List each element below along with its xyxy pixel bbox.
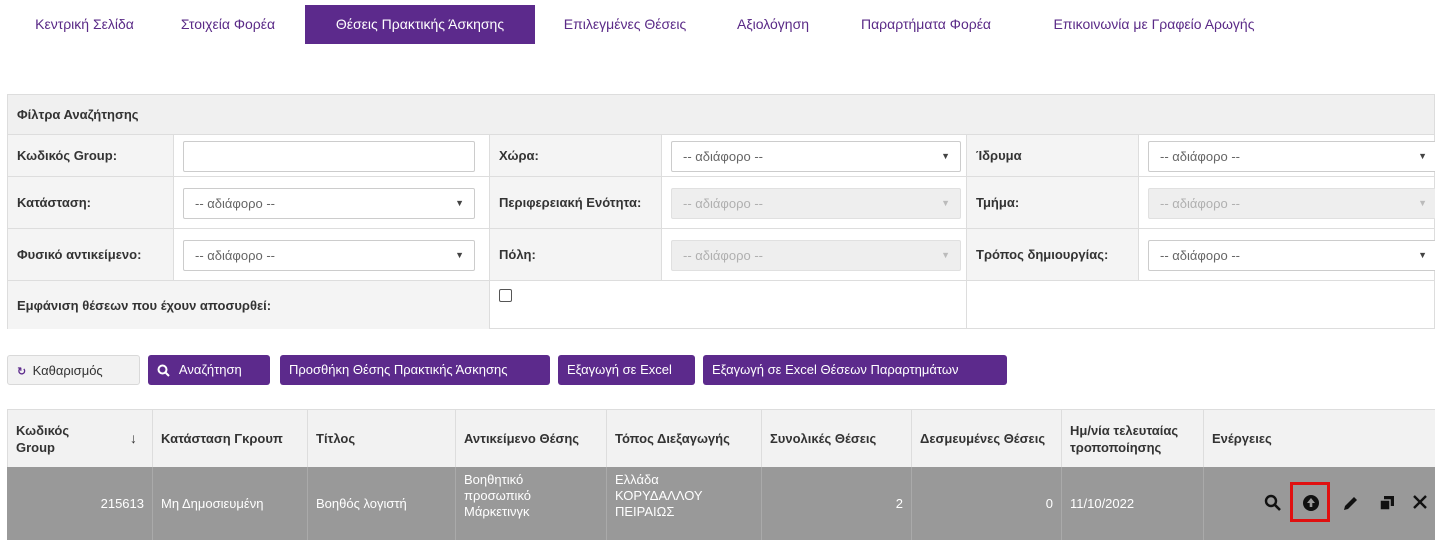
filters-title: Φίλτρα Αναζήτησης	[8, 95, 1434, 135]
institution-label: Ίδρυμα	[967, 135, 1139, 176]
search-filters-panel: Φίλτρα Αναζήτησης Κωδικός Group: Χώρα: -…	[7, 94, 1435, 329]
cell-status: Μη Δημοσιευμένη	[153, 467, 308, 540]
creation-method-select[interactable]: -- αδιάφορο -- ▼	[1148, 240, 1435, 271]
status-select[interactable]: -- αδιάφορο -- ▼	[183, 188, 475, 219]
column-header-actions: Ενέργειες	[1204, 409, 1435, 467]
search-button-label: Αναζήτηση	[178, 362, 242, 377]
show-withdrawn-checkbox[interactable]	[499, 289, 512, 302]
object-line: Μάρκετινγκ	[464, 504, 530, 519]
cell-reserved-positions: 0	[912, 467, 1062, 540]
top-navigation: Κεντρική Σελίδα Στοιχεία Φορέα Θέσεις Πρ…	[0, 0, 1435, 50]
creation-method-label: Τρόπος δημιουργίας:	[967, 229, 1139, 280]
delete-icon[interactable]	[1412, 494, 1428, 514]
country-select-value: -- αδιάφορο --	[683, 149, 763, 164]
column-header-group-code[interactable]: Κωδικός Group ↓	[7, 409, 153, 467]
chevron-down-icon: ▼	[455, 198, 464, 208]
cell-total-positions: 2	[762, 467, 912, 540]
search-icon	[157, 355, 170, 385]
city-label: Πόλη:	[490, 229, 662, 280]
export-excel-annexes-button[interactable]: Εξαγωγή σε Excel Θέσεων Παραρτημάτων	[703, 355, 1007, 385]
highlight-box	[1290, 482, 1330, 522]
institution-select[interactable]: -- αδιάφορο -- ▼	[1148, 141, 1435, 172]
tab-internship-positions[interactable]: Θέσεις Πρακτικής Άσκησης	[305, 5, 535, 44]
tab-selected-positions[interactable]: Επιλεγμένες Θέσεις	[540, 5, 710, 44]
column-header-status[interactable]: Κατάσταση Γκρουπ	[153, 409, 308, 467]
tab-organization-details[interactable]: Στοιχεία Φορέα	[165, 5, 291, 44]
show-withdrawn-label: Εμφάνιση θέσεων που έχουν αποσυρθεί:	[8, 281, 490, 329]
cell-actions	[1204, 467, 1435, 540]
physical-object-label: Φυσικό αντικείμενο:	[8, 229, 174, 280]
department-label: Τμήμα:	[967, 177, 1139, 228]
chevron-down-icon: ▼	[1418, 151, 1427, 161]
column-header-label: Κωδικός Group	[16, 422, 70, 455]
cell-last-modified: 11/10/2022	[1062, 467, 1204, 540]
tab-evaluation[interactable]: Αξιολόγηση	[720, 5, 826, 44]
physical-object-select[interactable]: -- αδιάφορο -- ▼	[183, 240, 475, 271]
chevron-down-icon: ▼	[941, 151, 950, 161]
region-select: -- αδιάφορο -- ▼	[671, 188, 961, 219]
chevron-down-icon: ▼	[941, 198, 950, 208]
creation-method-select-value: -- αδιάφορο --	[1160, 248, 1240, 263]
filter-row: Φυσικό αντικείμενο: -- αδιάφορο -- ▼ Πόλ…	[8, 229, 1435, 281]
country-label: Χώρα:	[490, 135, 662, 176]
column-header-reserved-positions[interactable]: Δεσμευμένες Θέσεις	[912, 409, 1062, 467]
department-select-value: -- αδιάφορο --	[1160, 196, 1240, 211]
group-code-input[interactable]	[183, 141, 475, 172]
cell-place: Ελλάδα ΚΟΡΥΔΑΛΛΟΥ ΠΕΙΡΑΙΩΣ	[607, 467, 762, 540]
tab-organization-annexes[interactable]: Παραρτήματα Φορέα	[836, 5, 1016, 44]
reset-icon: ↻	[17, 366, 27, 378]
export-excel-button[interactable]: Εξαγωγή σε Excel	[558, 355, 695, 385]
chevron-down-icon: ▼	[455, 250, 464, 260]
filter-row: Εμφάνιση θέσεων που έχουν αποσυρθεί:	[8, 281, 1434, 329]
search-icon[interactable]	[1264, 494, 1282, 516]
column-header-last-modified[interactable]: Ημ/νία τελευταίας τροποποίησης	[1062, 409, 1204, 467]
status-label: Κατάσταση:	[8, 177, 174, 228]
copy-icon[interactable]	[1378, 494, 1396, 516]
filter-row: Κωδικός Group: Χώρα: -- αδιάφορο -- ▼ Ίδ…	[8, 135, 1435, 177]
clear-button-label: Καθαρισμός	[32, 363, 103, 378]
place-line: ΠΕΙΡΑΙΩΣ	[615, 504, 675, 519]
physical-object-select-value: -- αδιάφορο --	[195, 248, 275, 263]
filter-row: Κατάσταση: -- αδιάφορο -- ▼ Περιφερειακή…	[8, 177, 1435, 229]
place-line: Ελλάδα	[615, 472, 659, 487]
department-select: -- αδιάφορο -- ▼	[1148, 188, 1435, 219]
search-button[interactable]: Αναζήτηση	[148, 355, 270, 385]
column-header-object[interactable]: Αντικείμενο Θέσης	[456, 409, 607, 467]
place-line: ΚΟΡΥΔΑΛΛΟΥ	[615, 488, 703, 503]
institution-select-value: -- αδιάφορο --	[1160, 149, 1240, 164]
country-select[interactable]: -- αδιάφορο -- ▼	[671, 141, 961, 172]
edit-icon[interactable]	[1342, 494, 1360, 516]
chevron-down-icon: ▼	[1418, 250, 1427, 260]
column-header-total-positions[interactable]: Συνολικές Θέσεις	[762, 409, 912, 467]
cell-group-code: 215613	[7, 467, 153, 540]
group-code-label: Κωδικός Group:	[8, 135, 174, 176]
region-select-value: -- αδιάφορο --	[683, 196, 763, 211]
chevron-down-icon: ▼	[1418, 198, 1427, 208]
region-label: Περιφερειακή Ενότητα:	[490, 177, 662, 228]
chevron-down-icon: ▼	[941, 250, 950, 260]
sort-down-icon: ↓	[130, 430, 137, 446]
city-select: -- αδιάφορο -- ▼	[671, 240, 961, 271]
object-line: Βοηθητικό	[464, 472, 524, 487]
tab-home[interactable]: Κεντρική Σελίδα	[18, 5, 151, 44]
tab-helpdesk-contact[interactable]: Επικοινωνία με Γραφείο Αρωγής	[1028, 5, 1280, 44]
add-position-button[interactable]: Προσθήκη Θέσης Πρακτικής Άσκησης	[280, 355, 550, 385]
status-select-value: -- αδιάφορο --	[195, 196, 275, 211]
column-header-title[interactable]: Τίτλος	[308, 409, 456, 467]
object-line: προσωπικό	[464, 488, 532, 503]
cell-object: Βοηθητικό προσωπικό Μάρκετινγκ	[456, 467, 607, 540]
cell-title: Βοηθός λογιστή	[308, 467, 456, 540]
clear-button[interactable]: ↻ Καθαρισμός	[7, 355, 140, 385]
city-select-value: -- αδιάφορο --	[683, 248, 763, 263]
column-header-place[interactable]: Τόπος Διεξαγωγής	[607, 409, 762, 467]
